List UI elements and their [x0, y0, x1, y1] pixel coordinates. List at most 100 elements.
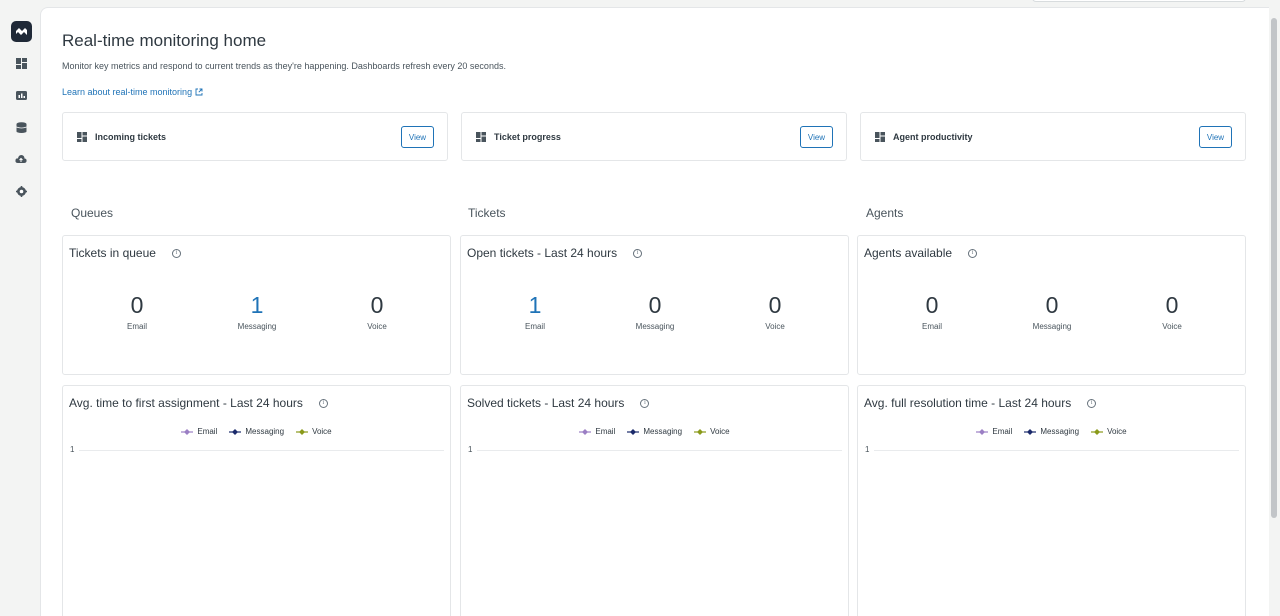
learn-more-link[interactable]: Learn about real-time monitoring	[62, 87, 203, 97]
info-icon[interactable]: i	[968, 248, 978, 258]
report-icon[interactable]	[14, 88, 28, 102]
chart-card-solved-tickets: Solved tickets - Last 24 hours i Email Me…	[460, 385, 849, 616]
legend-label: Email	[595, 427, 616, 436]
legend-label: Email	[992, 427, 1013, 436]
chart-card-title-text: Avg. full resolution time - Last 24 hour…	[864, 396, 1072, 410]
kpi-card-agents-available: Agents available i 0 Email 0 Messaging 0 Vo…	[857, 235, 1246, 375]
page-title: Real-time monitoring home	[62, 31, 267, 50]
settings-icon[interactable]	[14, 184, 28, 198]
metric-value: 0	[1045, 292, 1059, 318]
chart-legend: Email Messaging Voice	[63, 427, 450, 436]
metric-voice: 0 Voice	[715, 292, 835, 331]
chart-card-first-assignment: Avg. time to first assignment - Last 24 …	[62, 385, 451, 616]
metric-email: 0 Email	[77, 292, 197, 331]
metric-messaging: 0 Messaging	[595, 292, 715, 331]
learn-more-label[interactable]: Learn about real-time monitoring	[62, 87, 192, 97]
dashboard-icon	[77, 132, 87, 142]
y-tick-label: 1	[70, 445, 75, 454]
legend-marker-icon	[181, 428, 194, 435]
metric-value: 0	[768, 292, 782, 318]
metric-label: Email	[524, 322, 545, 331]
section-heading-tickets: Tickets	[468, 206, 506, 220]
dashboard-icon[interactable]	[14, 56, 28, 70]
dashboard-card-label: Agent productivity	[893, 132, 973, 142]
chart-legend: Email Messaging Voice	[461, 427, 848, 436]
dashboard-card-label: Ticket progress	[494, 132, 561, 142]
legend-marker-icon	[976, 428, 989, 435]
legend-marker-icon	[229, 428, 242, 435]
gridline	[79, 450, 444, 451]
metric-value[interactable]: 1	[197, 292, 317, 318]
chart-card-title-text: Solved tickets - Last 24 hours	[467, 396, 625, 410]
legend-label: Email	[197, 427, 218, 436]
legend-label: Voice	[1107, 427, 1127, 436]
chart-card-full-resolution: Avg. full resolution time - Last 24 hour…	[857, 385, 1246, 616]
view-button[interactable]: View	[401, 126, 434, 148]
metric-label: Email	[921, 322, 942, 331]
metric-messaging: 1 Messaging	[197, 292, 317, 331]
search-input[interactable]	[1032, 0, 1246, 2]
legend-item-voice[interactable]: Voice	[1091, 427, 1127, 436]
metric-label: Messaging	[635, 322, 675, 331]
gridline	[874, 450, 1239, 451]
metric-label: Voice	[1162, 322, 1182, 331]
kpi-card-title-text: Agents available	[864, 246, 953, 260]
dashboard-icon	[476, 132, 486, 142]
legend-marker-icon	[1024, 428, 1037, 435]
legend-item-messaging[interactable]: Messaging	[1024, 427, 1079, 436]
metric-value: 0	[925, 292, 939, 318]
kpi-card-tickets-in-queue: Tickets in queue i 0 Email 1 Messaging 0 Vo…	[62, 235, 451, 375]
legend-item-messaging[interactable]: Messaging	[627, 427, 682, 436]
metric-value: 0	[1165, 292, 1179, 318]
legend-label: Voice	[710, 427, 730, 436]
chart-card-title: Avg. time to first assignment - Last 24 …	[69, 396, 328, 410]
metric-label: Voice	[367, 322, 387, 331]
legend-marker-icon	[296, 428, 309, 435]
info-icon[interactable]: i	[640, 398, 650, 408]
view-button[interactable]: View	[1199, 126, 1232, 148]
kpi-card-open-tickets: Open tickets - Last 24 hours i 1 Email 0 M…	[460, 235, 849, 375]
metric-email: 0 Email	[872, 292, 992, 331]
metric-label: Messaging	[237, 322, 277, 331]
info-icon[interactable]: i	[318, 398, 328, 408]
metric-value: 0	[370, 292, 384, 318]
metric-label: Voice	[765, 322, 785, 331]
legend-label: Messaging	[1040, 427, 1080, 436]
chart-card-title: Solved tickets - Last 24 hours i	[467, 396, 650, 410]
info-icon[interactable]: i	[1087, 398, 1097, 408]
dashboard-card-agent-productivity: Agent productivity View	[860, 112, 1246, 161]
info-icon[interactable]: i	[633, 248, 643, 258]
chart-legend: Email Messaging Voice	[858, 427, 1245, 436]
legend-item-email[interactable]: Email	[579, 427, 615, 436]
metric-value: 0	[648, 292, 662, 318]
y-tick-label: 1	[468, 445, 473, 454]
zendesk-logo-icon[interactable]	[11, 21, 32, 42]
kpi-card-title-text: Tickets in queue	[69, 246, 156, 260]
info-icon[interactable]: i	[171, 248, 181, 258]
legend-item-email[interactable]: Email	[181, 427, 217, 436]
legend-marker-icon	[579, 428, 592, 435]
dashboard-icon	[875, 132, 885, 142]
metric-email: 1 Email	[475, 292, 595, 331]
gridline	[477, 450, 842, 451]
database-icon[interactable]	[14, 120, 28, 134]
legend-item-messaging[interactable]: Messaging	[229, 427, 284, 436]
dashboard-card-label: Incoming tickets	[95, 132, 167, 142]
metric-label: Email	[126, 322, 147, 331]
legend-marker-icon	[627, 428, 640, 435]
legend-item-voice[interactable]: Voice	[296, 427, 332, 436]
sidebar	[0, 0, 40, 616]
section-heading-agents: Agents	[866, 206, 904, 220]
view-button[interactable]: View	[800, 126, 833, 148]
legend-item-email[interactable]: Email	[976, 427, 1012, 436]
legend-item-voice[interactable]: Voice	[694, 427, 730, 436]
cloud-upload-icon[interactable]	[14, 152, 28, 166]
legend-label: Messaging	[245, 427, 285, 436]
page-subtitle: Monitor key metrics and respond to curre…	[62, 61, 506, 71]
legend-label: Messaging	[643, 427, 683, 436]
dashboard-card-incoming-tickets: Incoming tickets View	[62, 112, 448, 161]
metric-value[interactable]: 1	[475, 292, 595, 318]
chart-card-title-text: Avg. time to first assignment - Last 24 …	[69, 396, 303, 410]
legend-label: Voice	[312, 427, 332, 436]
scrollbar-thumb[interactable]	[1271, 18, 1277, 518]
